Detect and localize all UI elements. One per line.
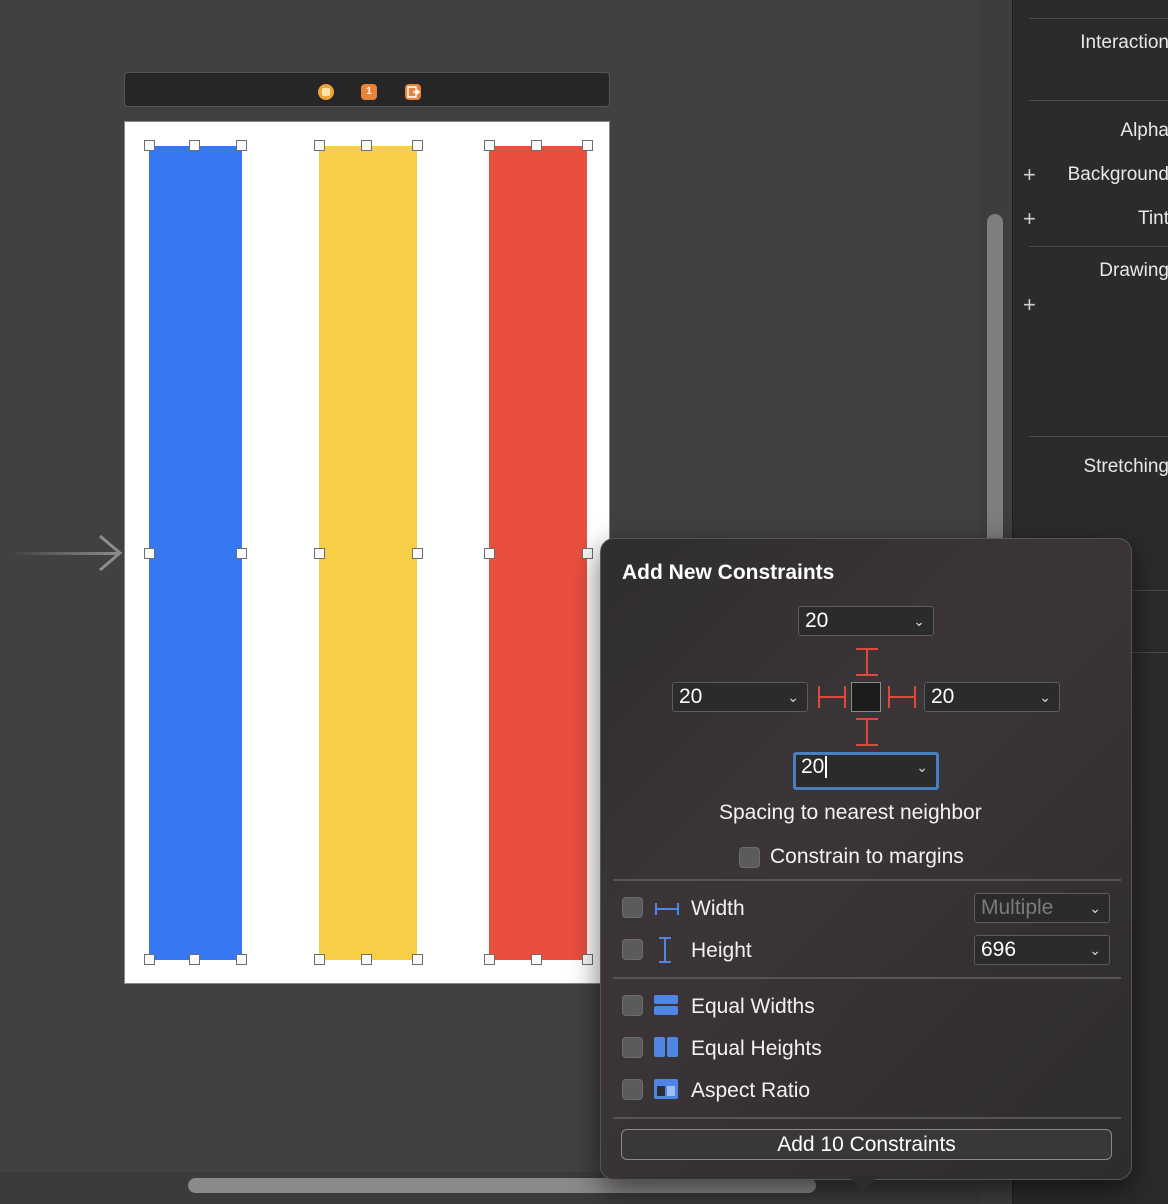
equal-widths-label: Equal Widths xyxy=(691,995,815,1018)
resize-handle[interactable] xyxy=(484,140,495,151)
height-label: Height xyxy=(691,939,752,962)
width-value: Multiple xyxy=(981,896,1054,919)
divider xyxy=(613,977,1121,979)
resize-handle[interactable] xyxy=(412,140,423,151)
resize-handle[interactable] xyxy=(361,954,372,965)
separator xyxy=(1029,246,1168,247)
resize-handle[interactable] xyxy=(144,140,155,151)
right-strut[interactable] xyxy=(886,686,918,708)
first-responder-icon[interactable]: 1 xyxy=(361,84,377,100)
width-icon xyxy=(655,903,679,915)
blue-view[interactable] xyxy=(149,146,242,960)
aspect-ratio-checkbox[interactable] xyxy=(622,1079,643,1100)
drawing-label: Drawing xyxy=(1099,260,1168,281)
text-caret xyxy=(825,756,828,779)
spacing-caption: Spacing to nearest neighbor xyxy=(719,801,982,824)
resize-handle[interactable] xyxy=(531,140,542,151)
resize-handle[interactable] xyxy=(144,954,155,965)
constrain-margins-label: Constrain to margins xyxy=(770,845,964,868)
constrain-margins-checkbox[interactable] xyxy=(739,847,760,868)
aspect-ratio-label: Aspect Ratio xyxy=(691,1079,811,1102)
drawing-plus-icon[interactable]: + xyxy=(1023,294,1036,316)
red-view[interactable] xyxy=(489,146,587,960)
divider xyxy=(613,879,1121,881)
equal-heights-label: Equal Heights xyxy=(691,1037,822,1060)
yellow-view[interactable] xyxy=(319,146,417,960)
resize-handle[interactable] xyxy=(582,954,593,965)
resize-handle[interactable] xyxy=(484,954,495,965)
left-strut[interactable] xyxy=(816,686,848,708)
resize-handle[interactable] xyxy=(412,954,423,965)
equal-widths-icon xyxy=(654,995,678,1015)
resize-handle[interactable] xyxy=(582,548,593,559)
bottom-strut[interactable] xyxy=(856,716,878,748)
entry-arrow-head-icon xyxy=(99,534,123,572)
add-new-constraints-popover: Add New Constraints 20 ⌄ 20 ⌄ 20 ⌄ 20 ⌄ … xyxy=(600,538,1132,1180)
equal-heights-icon xyxy=(654,1037,678,1057)
background-plus-icon[interactable]: + xyxy=(1023,164,1036,186)
resize-handle[interactable] xyxy=(236,548,247,559)
chevron-down-icon: ⌄ xyxy=(787,689,799,705)
chevron-down-icon: ⌄ xyxy=(1089,900,1101,916)
resize-handle[interactable] xyxy=(361,140,372,151)
add-constraints-button[interactable]: Add 10 Constraints xyxy=(621,1129,1112,1160)
resize-handle[interactable] xyxy=(236,954,247,965)
resize-handle[interactable] xyxy=(189,954,200,965)
top-strut[interactable] xyxy=(856,646,878,678)
aspect-ratio-icon xyxy=(654,1079,678,1099)
left-spacing-value: 20 xyxy=(679,685,703,708)
chevron-down-icon: ⌄ xyxy=(916,759,928,775)
chevron-down-icon: ⌄ xyxy=(1039,689,1051,705)
resize-handle[interactable] xyxy=(314,548,325,559)
stretching-label: Stretching xyxy=(1083,456,1168,477)
alpha-label: Alpha xyxy=(1120,120,1168,141)
bottom-spacing-value: 20 xyxy=(801,755,825,778)
width-label: Width xyxy=(691,897,745,920)
height-value-select[interactable]: 696 ⌄ xyxy=(974,935,1110,965)
resize-handle[interactable] xyxy=(531,954,542,965)
width-checkbox[interactable] xyxy=(622,897,643,918)
separator xyxy=(1029,436,1168,437)
height-checkbox[interactable] xyxy=(622,939,643,960)
interaction-label: Interaction xyxy=(1080,32,1168,53)
chevron-down-icon: ⌄ xyxy=(1089,942,1101,958)
top-spacing-field[interactable]: 20 ⌄ xyxy=(798,606,934,636)
equal-widths-checkbox[interactable] xyxy=(622,995,643,1016)
resize-handle[interactable] xyxy=(484,548,495,559)
height-value: 696 xyxy=(981,938,1017,961)
exit-icon[interactable] xyxy=(405,84,421,100)
right-spacing-field[interactable]: 20 ⌄ xyxy=(924,682,1060,712)
divider xyxy=(613,1117,1121,1119)
tint-label: Tint xyxy=(1138,208,1168,229)
separator xyxy=(1029,18,1168,19)
tint-plus-icon[interactable]: + xyxy=(1023,208,1036,230)
left-spacing-field[interactable]: 20 ⌄ xyxy=(672,682,808,712)
resize-handle[interactable] xyxy=(144,548,155,559)
chevron-down-icon: ⌄ xyxy=(913,613,925,629)
constraint-center-box xyxy=(851,682,881,712)
background-label: Background xyxy=(1067,164,1168,185)
resize-handle[interactable] xyxy=(189,140,200,151)
popover-title: Add New Constraints xyxy=(622,561,835,584)
view-controller-icon[interactable] xyxy=(318,84,334,100)
bottom-spacing-field[interactable]: 20 ⌄ xyxy=(793,752,939,790)
width-value-select[interactable]: Multiple ⌄ xyxy=(974,893,1110,923)
separator xyxy=(1029,100,1168,101)
first-responder-badge: 1 xyxy=(366,86,372,97)
canvas-horizontal-scrollbar[interactable] xyxy=(188,1178,816,1193)
resize-handle[interactable] xyxy=(412,548,423,559)
right-spacing-value: 20 xyxy=(931,685,955,708)
resize-handle[interactable] xyxy=(314,954,325,965)
top-spacing-value: 20 xyxy=(805,609,829,632)
resize-handle[interactable] xyxy=(314,140,325,151)
resize-handle[interactable] xyxy=(236,140,247,151)
popover-arrow xyxy=(848,1176,878,1192)
resize-handle[interactable] xyxy=(582,140,593,151)
scene-dock: 1 xyxy=(124,72,610,107)
equal-heights-checkbox[interactable] xyxy=(622,1037,643,1058)
height-icon xyxy=(659,937,671,963)
